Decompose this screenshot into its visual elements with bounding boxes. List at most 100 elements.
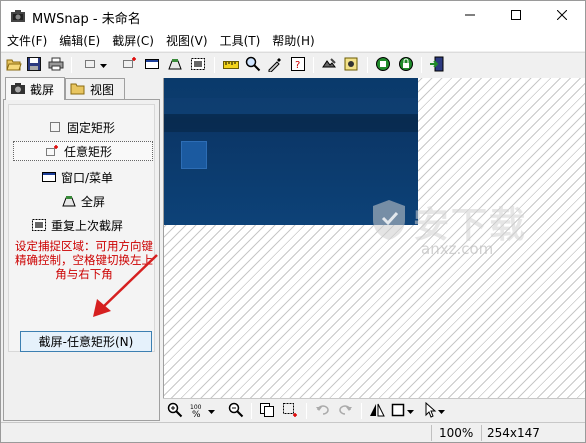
capture-full-screen-label: 全屏 — [81, 194, 106, 209]
capture-any-rect-label: 任意矩形 — [64, 144, 113, 159]
window-menu-icon — [41, 170, 57, 184]
settings-icon — [343, 56, 359, 75]
image-region — [164, 98, 418, 114]
record-icon — [375, 56, 391, 75]
image-canvas[interactable]: 安下载 anxz.com — [163, 78, 585, 398]
zoom-out-icon — [228, 402, 244, 421]
menu-file[interactable]: 文件(F) — [1, 31, 53, 51]
border-icon — [391, 403, 407, 420]
maximize-icon — [511, 9, 521, 23]
tab-view[interactable]: 视图 — [65, 78, 125, 99]
window-title: MWSnap - 未命名 — [32, 12, 141, 27]
lock-icon — [398, 56, 414, 75]
capture-hint-text: 设定捕捉区域：可用方向键精确控制，空格键切换左上角与右下角 — [15, 239, 153, 281]
capture-fixed-rect[interactable]: 固定矩形 — [47, 117, 115, 137]
camera-icon — [10, 81, 26, 98]
watermark-url: anxz.com — [421, 240, 494, 258]
status-bar: 100% 254x147 — [1, 422, 585, 442]
toolbar-separator — [306, 403, 307, 419]
maximize-button[interactable] — [493, 1, 539, 31]
undo-button[interactable] — [313, 401, 333, 421]
properties-button[interactable] — [319, 55, 339, 75]
capture-options: 固定矩形 任意矩形 窗口/菜单 全屏 重复上次截屏 设定捕捉区域：可用方向键精确… — [8, 104, 155, 352]
app-icon — [10, 8, 26, 24]
menu-view[interactable]: 视图(V) — [160, 31, 214, 51]
minimize-button[interactable] — [447, 1, 493, 31]
toolbar-separator — [71, 57, 72, 73]
capture-any-rect-button[interactable]: 截屏-任意矩形(N) — [20, 331, 152, 352]
capture-fixed-rect-label: 固定矩形 — [67, 120, 116, 135]
fixed-rect-icon — [83, 58, 97, 73]
crop-add-icon — [282, 402, 298, 421]
zoom-in-button[interactable] — [165, 401, 185, 421]
redo-button[interactable] — [335, 401, 355, 421]
help-button[interactable]: ? — [288, 55, 308, 75]
copy-icon — [259, 402, 275, 421]
print-icon — [48, 57, 64, 74]
full-screen-button[interactable] — [165, 55, 185, 75]
minimize-icon — [465, 9, 475, 23]
capture-any-rect[interactable]: 任意矩形 — [13, 141, 153, 161]
lock-button[interactable] — [396, 55, 416, 75]
zoom-out-button[interactable] — [226, 401, 246, 421]
any-rect-icon — [44, 144, 60, 158]
tab-view-label: 视图 — [90, 82, 115, 97]
menu-edit[interactable]: 编辑(E) — [53, 31, 106, 51]
capture-window-menu[interactable]: 窗口/菜单 — [41, 167, 113, 187]
exit-button[interactable] — [427, 55, 447, 75]
print-button[interactable] — [46, 55, 66, 75]
toolbar-separator — [421, 57, 422, 73]
image-region — [164, 114, 418, 132]
pointer-dropdown-button[interactable] — [437, 401, 447, 421]
dropdown-arrow-icon — [208, 404, 216, 418]
save-button[interactable] — [24, 55, 44, 75]
full-screen-icon — [61, 194, 77, 208]
zoom-percent-button[interactable]: 100% — [187, 401, 207, 421]
repeat-capture-icon — [31, 218, 47, 232]
copy-button[interactable] — [257, 401, 277, 421]
save-icon — [27, 56, 41, 74]
menu-tools[interactable]: 工具(T) — [214, 31, 267, 51]
fixed-rect-button[interactable] — [80, 55, 100, 75]
capture-repeat-last[interactable]: 重复上次截屏 — [31, 215, 123, 235]
color-picker-button[interactable] — [265, 55, 285, 75]
dropdown-arrow-icon — [438, 404, 446, 418]
ruler-button[interactable] — [221, 55, 241, 75]
repeat-capture-button[interactable] — [188, 55, 208, 75]
capture-window-menu-label: 窗口/菜单 — [61, 170, 114, 185]
any-rect-button[interactable] — [119, 55, 139, 75]
toolbar-separator — [313, 57, 314, 73]
open-icon — [6, 57, 22, 74]
close-button[interactable] — [539, 1, 585, 31]
border-dropdown-button[interactable] — [406, 401, 416, 421]
title-bar: MWSnap - 未命名 — [1, 1, 585, 31]
toolbar-separator — [361, 403, 362, 419]
watermark-text: 安下载 — [413, 205, 528, 246]
capture-full-screen[interactable]: 全屏 — [61, 191, 105, 211]
menu-help[interactable]: 帮助(H) — [266, 31, 320, 51]
toolbar-separator — [214, 57, 215, 73]
crop-add-button[interactable] — [280, 401, 300, 421]
magnifier-button[interactable] — [243, 55, 263, 75]
repeat-capture-icon — [190, 57, 206, 74]
status-image-size: 254x147 — [487, 426, 540, 440]
zoom-dropdown-button[interactable] — [206, 401, 218, 421]
toolbar-separator — [251, 403, 252, 419]
zoom-percent-icon: 100% — [189, 402, 205, 421]
redo-icon — [338, 404, 352, 419]
flip-button[interactable] — [367, 401, 387, 421]
toolbar-separator — [367, 57, 368, 73]
svg-text:?: ? — [295, 60, 300, 71]
open-button[interactable] — [4, 55, 24, 75]
settings-button[interactable] — [341, 55, 361, 75]
color-picker-icon — [267, 56, 283, 75]
menu-bar: 文件(F) 编辑(E) 截屏(C) 视图(V) 工具(T) 帮助(H) — [1, 31, 585, 51]
menu-capture[interactable]: 截屏(C) — [106, 31, 160, 51]
close-icon — [556, 9, 568, 23]
tab-capture[interactable]: 截屏 — [5, 77, 65, 100]
record-button[interactable] — [373, 55, 393, 75]
ruler-icon — [223, 58, 239, 72]
capture-dropdown-button[interactable] — [98, 55, 110, 75]
window-menu-button[interactable] — [142, 55, 162, 75]
capture-repeat-last-label: 重复上次截屏 — [51, 218, 124, 233]
